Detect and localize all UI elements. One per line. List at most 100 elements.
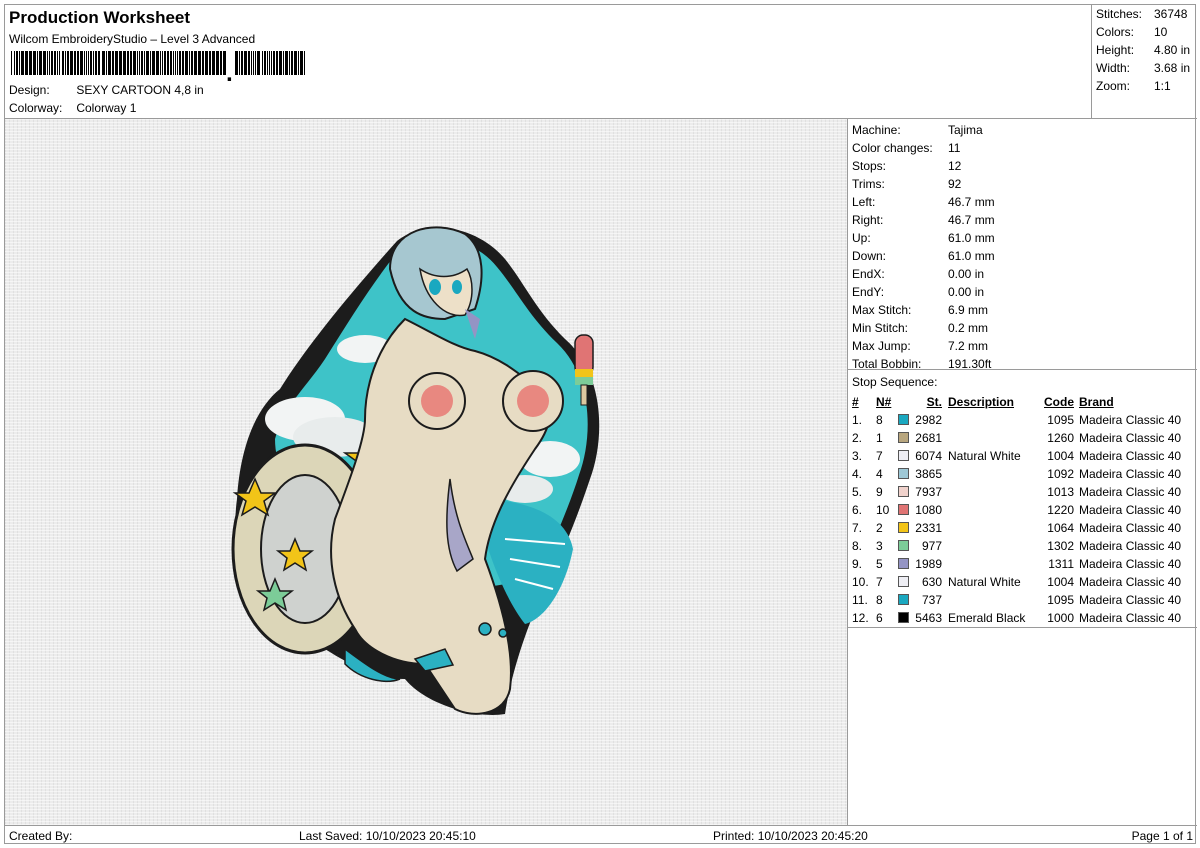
needle-number: 8 [876,413,883,427]
barcode-bar [209,51,211,75]
stitch-count: 5463 [915,611,942,625]
stat-row: Width: 3.68 in [1096,61,1190,75]
barcode-bar [115,51,118,75]
barcode-bar [93,51,94,75]
color-swatch [898,522,909,533]
table-row: 4. 4 3865 1092 Madeira Classic 40 [848,465,1197,483]
table-row: 7. 2 2331 1064 Madeira Classic 40 [848,519,1197,537]
color-swatch [898,540,909,551]
color-swatch [898,468,909,479]
colorway-label: Colorway: [9,101,63,115]
stitch-count: 2331 [915,521,942,535]
stat-row: Height: 4.80 in [1096,43,1190,57]
barcode-bar [179,51,181,75]
info-value: 11 [948,141,961,155]
barcode-bar [285,51,288,75]
thread-brand: Madeira Classic 40 [1079,503,1182,517]
thread-brand: Madeira Classic 40 [1079,413,1182,427]
needle-number: 2 [876,521,883,535]
machine-info-row: Trims: 92 [852,175,961,193]
barcode-bar [59,51,60,75]
barcode-bar [191,51,193,75]
design-row: Design: SEXY CARTOON 4,8 in [9,83,204,97]
summary-stats: Stitches: 36748 Colors: 10 Height: 4.80 in … [1091,5,1197,119]
stitch-count: 6074 [915,449,942,463]
thread-code: 1095 [1047,413,1074,427]
barcode-bar [177,51,178,75]
barcode-separator: , [226,60,233,81]
barcode-bar [244,51,247,75]
barcode-bar [173,51,174,75]
thread-code: 1220 [1047,503,1074,517]
stop-number: 8. [852,539,863,553]
info-label: EndY: [852,285,885,299]
barcode-bar [29,51,32,75]
col-header-stitches: St. [926,395,942,409]
thread-code: 1000 [1047,611,1074,625]
embroidery-design-artwork [231,226,600,715]
info-label: Stops: [852,159,887,173]
barcode-bar [19,51,20,75]
barcode-bar [248,51,250,75]
stop-sequence-label: Stop Sequence: [852,375,938,389]
barcode-bar [80,51,83,75]
barcode-bar [212,51,215,75]
barcode-bar [269,51,270,75]
thread-description: Natural White [948,575,1021,589]
thread-brand: Madeira Classic 40 [1079,431,1182,445]
stat-row: Zoom: 1:1 [1096,79,1171,93]
barcode-bar [279,51,282,75]
machine-info-row: EndX: 0.00 in [852,265,984,283]
color-swatch [898,432,909,443]
thread-code: 1260 [1047,431,1074,445]
barcode-bar [74,51,76,75]
stop-number: 9. [852,557,863,571]
barcode-bar [43,51,46,75]
needle-number: 3 [876,539,883,553]
info-value: 61.0 mm [948,249,995,263]
barcode-bar [47,51,48,75]
machine-info-row: Machine: Tajima [852,121,983,139]
table-row: 6. 10 1080 1220 Madeira Classic 40 [848,501,1197,519]
barcode-bar [239,51,240,75]
barcode-bar [77,51,79,75]
stop-number: 3. [852,449,863,463]
barcode-bar [264,51,266,75]
stat-label: Height: [1096,43,1135,57]
thread-brand: Madeira Classic 40 [1079,467,1182,481]
barcode-bar [257,51,260,75]
barcode-bar [123,51,126,75]
barcode-bar [108,51,111,75]
barcode-bar [255,51,256,75]
stat-label: Width: [1096,61,1131,75]
colorway-row: Colorway: Colorway 1 [9,101,136,115]
barcode-bar [291,51,293,75]
barcode-bar [88,51,89,75]
thread-code: 1092 [1047,467,1074,481]
info-label: Max Stitch: [852,303,912,317]
machine-info-row: Up: 61.0 mm [852,229,995,247]
barcode-bar [164,51,166,75]
color-swatch [898,612,909,623]
thread-code: 1013 [1047,485,1074,499]
color-swatch [898,450,909,461]
needle-number: 1 [876,431,883,445]
machine-info-row: Right: 46.7 mm [852,211,995,229]
info-value: Tajima [948,123,983,137]
design-value: SEXY CARTOON 4,8 in [76,83,204,97]
barcode: , [11,51,305,81]
stop-number: 4. [852,467,863,481]
info-label: Total Bobbin: [852,357,922,371]
barcode-bar [273,51,275,75]
table-row: 11. 8 737 1095 Madeira Classic 40 [848,591,1197,609]
machine-info-row: Max Stitch: 6.9 mm [852,301,988,319]
divider [848,627,1197,628]
barcode-bar [194,51,197,75]
barcode-bar [202,51,204,75]
needle-number: 4 [876,467,883,481]
stat-label: Colors: [1096,25,1135,39]
barcode-bar [84,51,85,75]
barcode-bar [141,51,143,75]
barcode-bar [162,51,163,75]
machine-info-row: EndY: 0.00 in [852,283,984,301]
